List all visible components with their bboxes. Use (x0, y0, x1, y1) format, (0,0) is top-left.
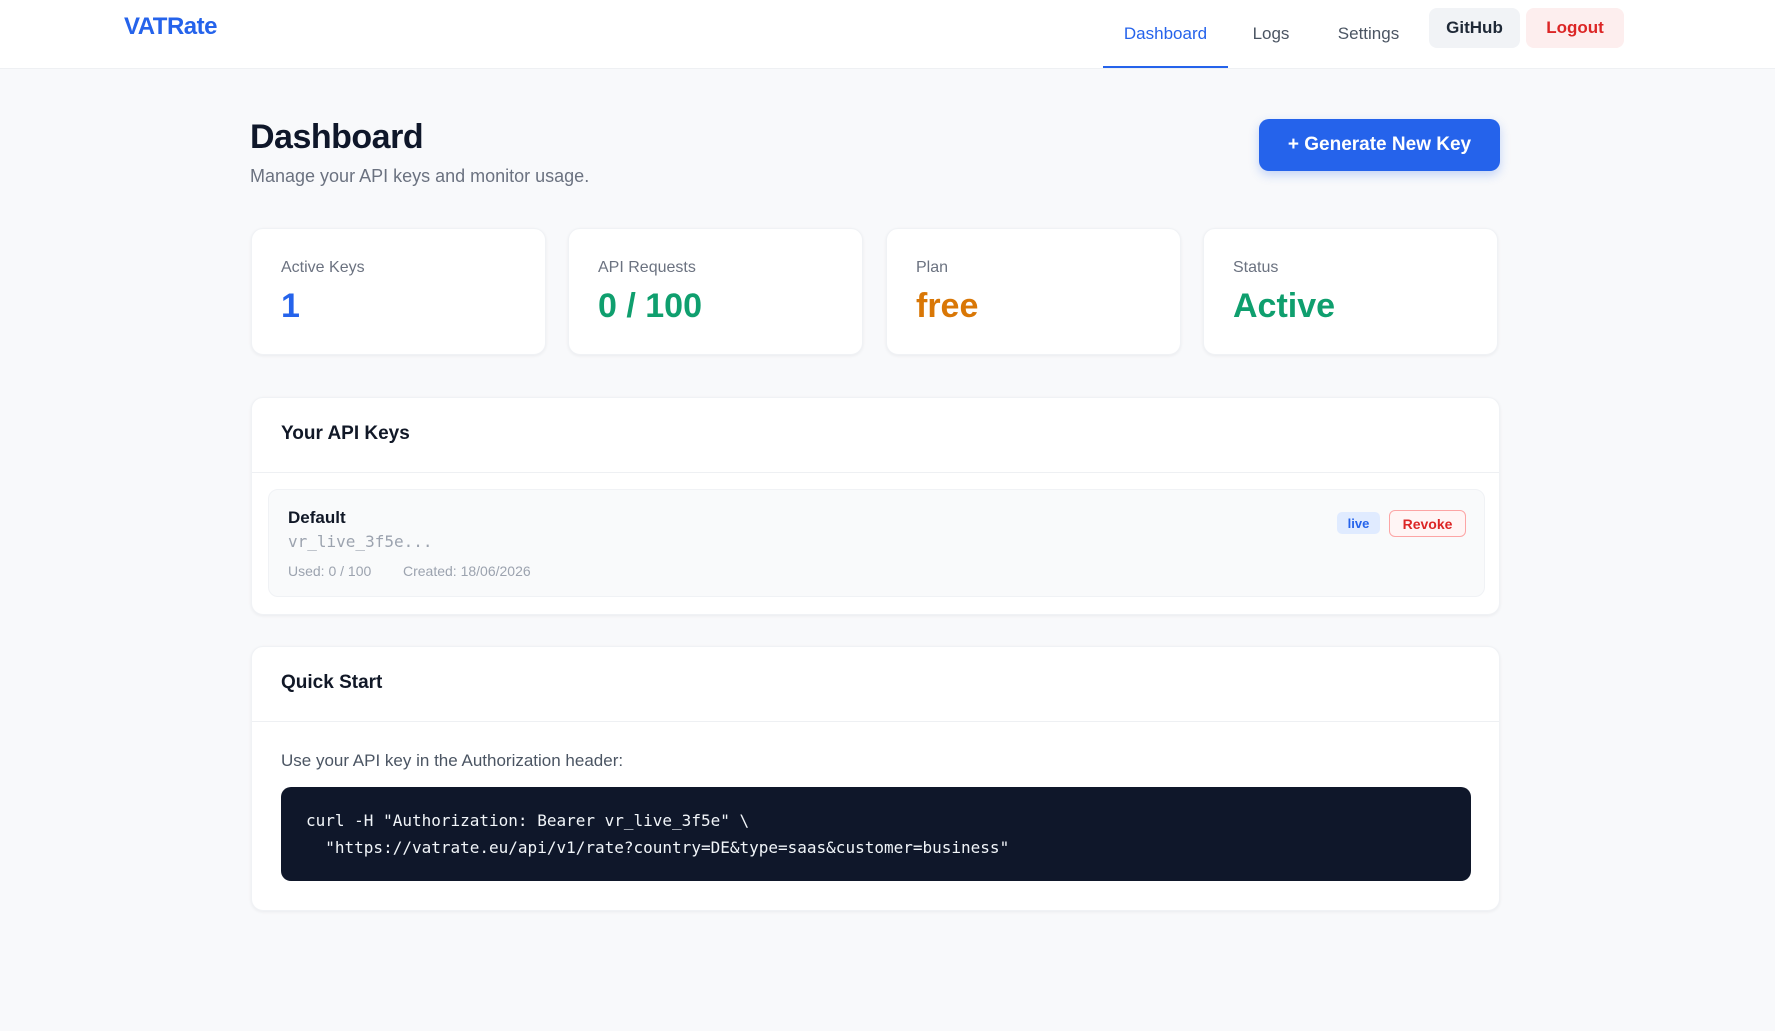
key-name: Default (288, 508, 346, 527)
panel-header: Quick Start (252, 647, 1499, 722)
stat-label: Active Keys (281, 259, 365, 276)
key-usage: Used: 0 / 100 (288, 563, 372, 579)
key-status-badge: live (1337, 512, 1380, 534)
stat-card-active-keys: Active Keys 1 (251, 228, 546, 355)
nav-dashboard-link[interactable]: Dashboard (1103, 0, 1228, 68)
stat-card-status: Status Active (1203, 228, 1498, 355)
github-button[interactable]: GitHub (1429, 8, 1520, 48)
stat-card-api-requests: API Requests 0 / 100 (568, 228, 863, 355)
stat-label: API Requests (598, 259, 696, 276)
generate-new-key-button[interactable]: + Generate New Key (1259, 119, 1500, 171)
page-subtitle: Manage your API keys and monitor usage. (250, 166, 590, 186)
panel-title: Your API Keys (281, 423, 410, 444)
stat-value: free (916, 287, 979, 325)
quick-start-description: Use your API key in the Authorization he… (281, 751, 624, 770)
brand-logo[interactable]: VATRate (124, 13, 217, 41)
quick-start-panel: Quick Start Use your API key in the Auth… (251, 646, 1500, 911)
panel-title: Quick Start (281, 672, 383, 693)
panel-header: Your API Keys (252, 398, 1499, 473)
nav-settings-link[interactable]: Settings (1322, 0, 1415, 68)
revoke-button[interactable]: Revoke (1389, 510, 1466, 537)
stat-value: Active (1233, 287, 1336, 325)
api-keys-panel: Your API Keys Default vr_live_3f5e... Us… (251, 397, 1500, 615)
stat-value: 0 / 100 (598, 287, 702, 325)
key-prefix: vr_live_3f5e... (288, 532, 433, 551)
key-created-date: Created: 18/06/2026 (403, 563, 531, 579)
nav-logs-link[interactable]: Logs (1240, 0, 1302, 68)
stat-label: Status (1233, 259, 1279, 276)
stat-label: Plan (916, 259, 949, 276)
code-snippet[interactable]: curl -H "Authorization: Bearer vr_live_3… (281, 787, 1471, 881)
stat-value: 1 (281, 287, 300, 325)
top-nav: VATRate Dashboard Logs Settings GitHub L… (0, 0, 1775, 68)
stat-card-plan: Plan free (886, 228, 1181, 355)
page-title: Dashboard (250, 118, 424, 156)
logout-button[interactable]: Logout (1526, 8, 1624, 48)
api-key-row: Default vr_live_3f5e... Used: 0 / 100 Cr… (268, 489, 1485, 597)
